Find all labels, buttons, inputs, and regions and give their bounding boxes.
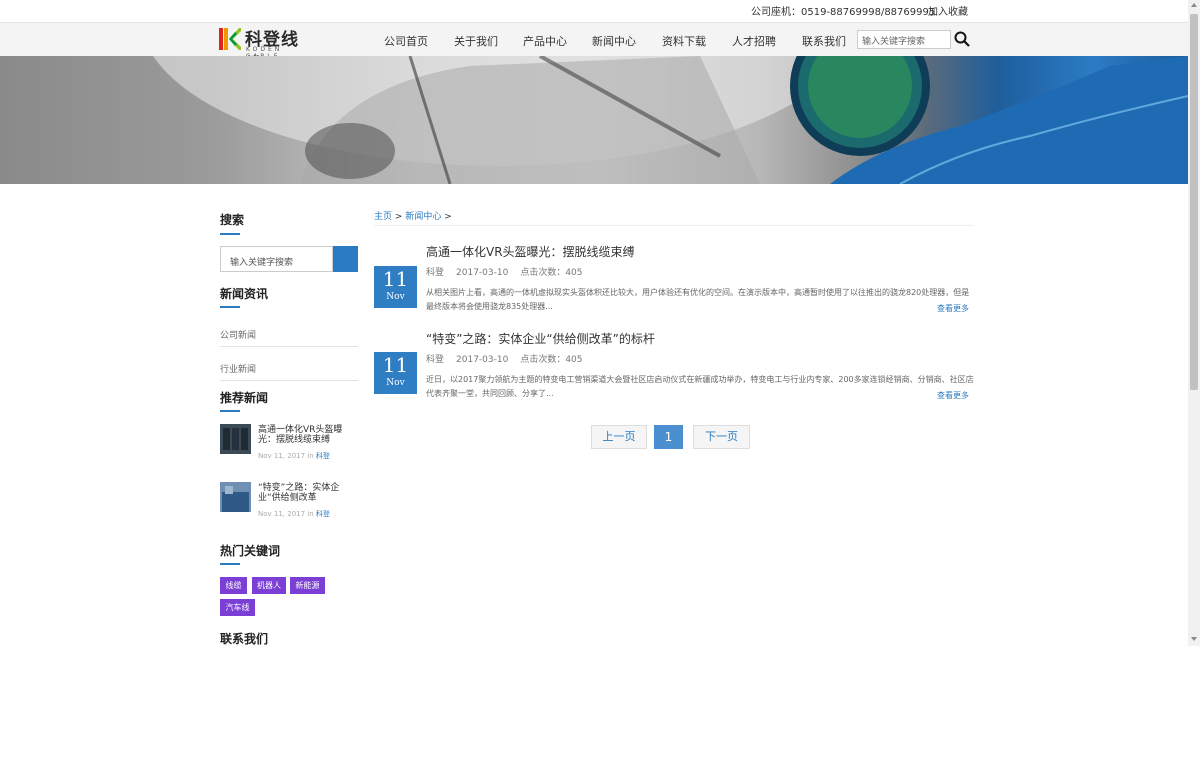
- recommended-news-title[interactable]: 高通一体化VR头盔曝光：摆脱线缆束缚: [258, 425, 358, 445]
- title-underline: [220, 306, 240, 308]
- add-favorite-link[interactable]: 加入收藏: [928, 3, 968, 18]
- recommended-thumbnail[interactable]: [220, 482, 251, 512]
- search-icon[interactable]: [954, 31, 970, 47]
- sidebar-link-company-news[interactable]: 公司新闻: [220, 328, 256, 341]
- nav-item-downloads[interactable]: 资料下载: [662, 33, 706, 49]
- divider: [220, 380, 358, 381]
- scrollbar[interactable]: [1188, 0, 1200, 646]
- logo-k-icon: [219, 28, 241, 50]
- current-page[interactable]: 1: [654, 425, 683, 449]
- article-date-badge: 11 Nov: [374, 266, 417, 308]
- keyword-tag[interactable]: 机器人: [252, 577, 286, 594]
- divider: [374, 225, 973, 226]
- sidebar-contact-title: 联系我们: [220, 632, 269, 646]
- sidebar-recommend-title: 推荐新闻: [220, 391, 269, 405]
- next-page-button[interactable]: 下一页: [693, 425, 750, 449]
- scroll-down-icon[interactable]: [1191, 637, 1197, 641]
- sidebar-link-industry-news[interactable]: 行业新闻: [220, 362, 256, 375]
- logo[interactable]: 科登线缆 KODEN CABLE: [219, 26, 315, 75]
- article-meta: 科登 2017-03-10 点击次数：405: [426, 268, 583, 278]
- article-title[interactable]: 高通一体化VR头盔曝光：摆脱线缆束缚: [426, 243, 635, 260]
- nav-item-products[interactable]: 产品中心: [523, 33, 567, 49]
- divider: [220, 346, 358, 347]
- nav-item-contact[interactable]: 联系我们: [802, 33, 846, 49]
- prev-page-button[interactable]: 上一页: [591, 425, 647, 449]
- nav-item-about[interactable]: 关于我们: [454, 33, 498, 49]
- sidebar-search-input[interactable]: 输入关键字搜索: [220, 246, 333, 272]
- scrollbar-thumb[interactable]: [1190, 14, 1198, 390]
- sidebar-keywords-title: 热门关键词: [220, 544, 281, 558]
- breadcrumb: 主页 > 新闻中心 >: [374, 212, 452, 222]
- scroll-up-icon[interactable]: [1191, 3, 1197, 7]
- sidebar-news-title: 新闻资讯: [220, 287, 269, 301]
- read-more-link[interactable]: 查看更多: [937, 303, 969, 314]
- article-title[interactable]: “特变”之路：实体企业“供给侧改革”的标杆: [426, 330, 655, 347]
- recommended-news-meta: Nov 11, 2017 in 科登: [258, 452, 330, 460]
- article-date-badge: 11 Nov: [374, 352, 417, 394]
- article-meta: 科登 2017-03-10 点击次数：405: [426, 355, 583, 365]
- recommended-news-meta: Nov 11, 2017 in 科登: [258, 510, 330, 518]
- nav-item-careers[interactable]: 人才招聘: [732, 33, 776, 49]
- header-search-input[interactable]: 输入关键字搜索: [857, 30, 951, 49]
- nav-item-home[interactable]: 公司首页: [384, 33, 428, 49]
- recommended-news-title[interactable]: “特变”之路：实体企业“供给侧改革: [258, 483, 358, 503]
- nav-item-news[interactable]: 新闻中心: [592, 33, 636, 49]
- keyword-tag[interactable]: 汽车线: [220, 599, 255, 616]
- keyword-tag[interactable]: 线缆: [220, 577, 247, 594]
- recommended-thumbnail[interactable]: [220, 424, 251, 454]
- banner-image: [0, 56, 1188, 184]
- article-summary: 从相关图片上看，高通的一体机虚拟现实头盔体积还比较大，用户体验还有优化的空间。在…: [426, 288, 970, 311]
- breadcrumb-news[interactable]: 新闻中心: [405, 212, 441, 222]
- header: 科登线缆 KODEN CABLE 公司首页 关于我们 产品中心 新闻中心 资料下…: [0, 23, 1188, 75]
- title-underline: [220, 233, 240, 235]
- sidebar-search-title: 搜索: [220, 213, 245, 227]
- banner-art: [153, 56, 1188, 184]
- read-more-link[interactable]: 查看更多: [937, 390, 969, 401]
- article-summary: 近日，以2017聚力领航为主题的特变电工营销渠道大会暨社区店启动仪式在新疆成功举…: [426, 375, 974, 398]
- title-underline: [220, 563, 240, 565]
- keyword-tag[interactable]: 新能源: [290, 577, 325, 594]
- breadcrumb-home[interactable]: 主页: [374, 212, 392, 222]
- sidebar-search-button[interactable]: [333, 246, 358, 272]
- top-bar: 公司座机：0519-88769998/88769995 加入收藏: [0, 0, 1188, 23]
- company-phone: 公司座机：0519-88769998/88769995: [751, 7, 936, 18]
- title-underline: [220, 410, 240, 412]
